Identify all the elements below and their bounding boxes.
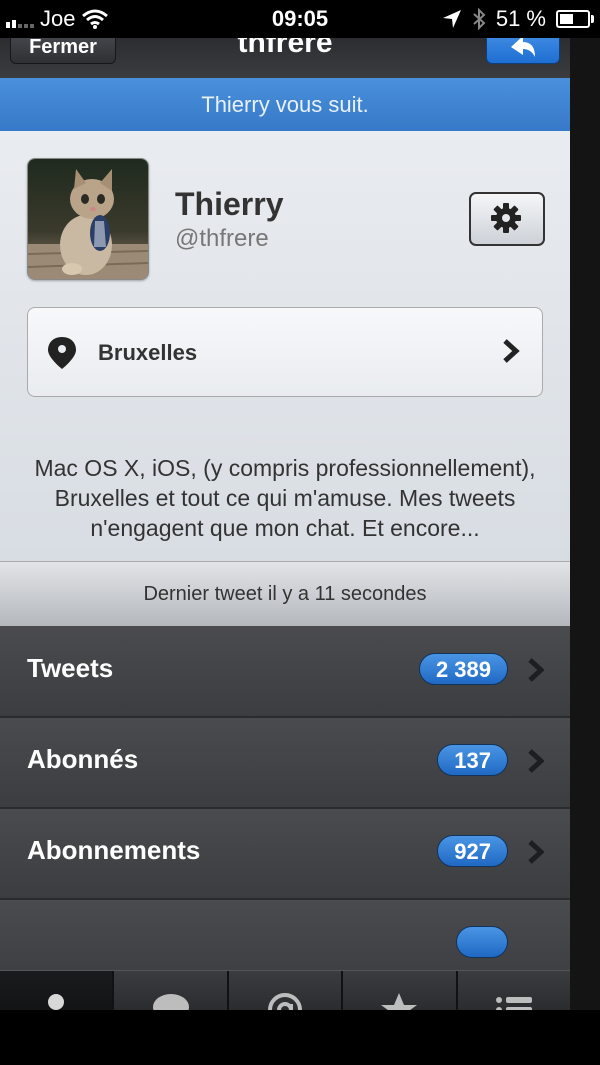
stats-list: Tweets 2 389 Abonnés 137 Abonnements 927 — [0, 627, 570, 991]
location-label: Bruxelles — [98, 340, 198, 365]
speech-bubble-icon — [152, 994, 189, 1010]
tab-bar — [0, 970, 570, 1010]
battery-percent: 51 % — [495, 6, 546, 31]
avatar[interactable] — [27, 158, 149, 280]
tab-mentions[interactable] — [229, 971, 344, 1010]
follows-you-banner: Thierry vous suit. — [0, 78, 570, 132]
last-tweet-bar[interactable]: Dernier tweet il y a 11 secondes — [0, 561, 570, 628]
settings-button[interactable] — [469, 192, 545, 246]
stat-label: Abonnements — [27, 835, 201, 865]
reply-button[interactable] — [486, 38, 560, 64]
stat-label: Abonnés — [27, 744, 139, 774]
tab-favorites[interactable] — [343, 971, 458, 1010]
location-arrow-icon — [442, 10, 461, 28]
person-icon — [48, 994, 65, 1010]
status-bar: Joe 09:05 51 % — [0, 0, 600, 38]
app-screen: Fermer thfrere Thierry vous suit. Thierr… — [0, 38, 570, 1010]
location-pin-icon — [48, 337, 76, 369]
stat-row-followers[interactable]: Abonnés 137 — [0, 718, 570, 809]
navigation-bar: Fermer thfrere — [0, 38, 570, 78]
count-badge: 2 389 — [418, 653, 508, 685]
cat-photo — [28, 159, 148, 279]
count-badge: 927 — [437, 835, 508, 867]
reply-arrow-icon — [511, 38, 535, 57]
bottom-bezel — [0, 1010, 600, 1065]
tab-messages[interactable] — [114, 971, 229, 1010]
count-badge: 137 — [437, 744, 508, 776]
chevron-right-icon — [503, 339, 520, 363]
battery-icon — [556, 10, 594, 28]
tab-profile[interactable] — [0, 971, 115, 1010]
at-sign-icon — [268, 993, 303, 1010]
chevron-right-icon — [528, 749, 544, 773]
stat-row-following[interactable]: Abonnements 927 — [0, 809, 570, 900]
profile-header: Thierry @thfrere Bruxelles Mac OS X, iOS… — [0, 131, 570, 561]
right-edge — [570, 38, 600, 1010]
star-icon — [381, 993, 418, 1010]
profile-name: Thierry — [175, 186, 284, 222]
stat-row-tweets[interactable]: Tweets 2 389 — [0, 627, 570, 718]
gear-icon — [491, 203, 521, 233]
list-icon — [495, 997, 532, 1010]
status-right: 51 % — [442, 6, 594, 32]
profile-bio: Mac OS X, iOS, (y compris professionnell… — [34, 455, 536, 541]
stat-label: Tweets — [27, 653, 114, 683]
chevron-right-icon — [528, 840, 544, 864]
location-row[interactable]: Bruxelles — [27, 307, 543, 397]
chevron-right-icon — [528, 658, 544, 682]
tab-lists[interactable] — [458, 971, 570, 1010]
profile-handle: @thfrere — [175, 225, 269, 252]
nav-title: thfrere — [237, 38, 333, 59]
bluetooth-icon — [473, 8, 486, 30]
count-badge — [456, 926, 508, 958]
